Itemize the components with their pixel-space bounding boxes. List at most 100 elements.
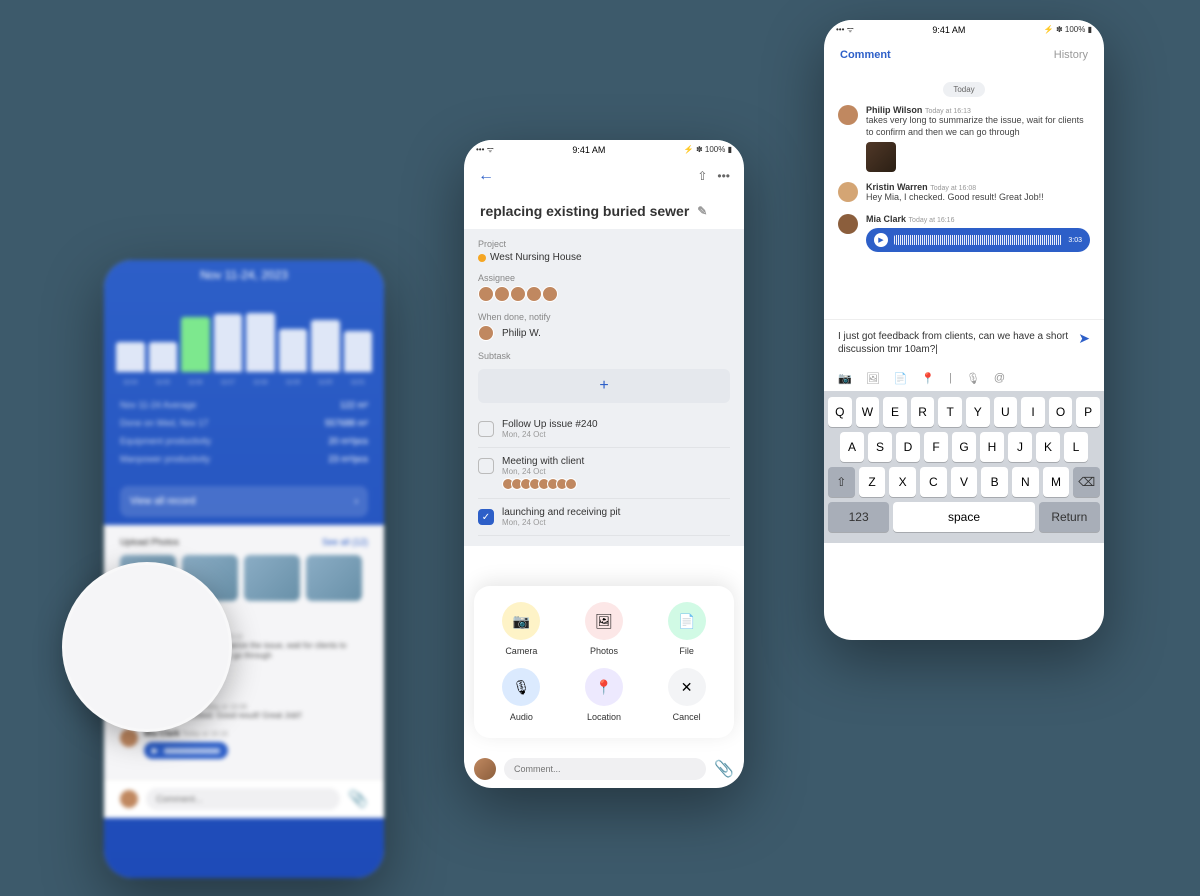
- bar-chart: [104, 290, 384, 380]
- backspace-key[interactable]: ⌫: [1073, 467, 1100, 497]
- comment-item: Philip Wilson Today at 16:13 takes very …: [838, 105, 1090, 172]
- key[interactable]: W: [856, 397, 880, 427]
- comment-item: Mia Clark Today at 16:16 ▶: [120, 729, 368, 759]
- key[interactable]: O: [1049, 397, 1073, 427]
- back-button[interactable]: ←: [478, 167, 494, 185]
- return-key[interactable]: Return: [1039, 502, 1100, 532]
- checkbox[interactable]: [478, 421, 494, 437]
- avatar: [120, 729, 138, 747]
- edit-icon[interactable]: ✎: [697, 204, 707, 218]
- key[interactable]: F: [924, 432, 948, 462]
- stat-row: Nov 11-24 Average122 m²: [120, 396, 368, 414]
- project-color-dot: [478, 254, 486, 262]
- compose-input[interactable]: I just got feedback from clients, can we…: [838, 330, 1070, 356]
- status-bar: ••• ᯤ 9:41 AM ⚡ ✽ 100% ▮: [464, 140, 744, 159]
- key[interactable]: H: [980, 432, 1004, 462]
- key[interactable]: L: [1064, 432, 1088, 462]
- attach-icon[interactable]: 📎: [714, 759, 734, 779]
- key[interactable]: A: [840, 432, 864, 462]
- key[interactable]: I: [1021, 397, 1045, 427]
- more-icon[interactable]: •••: [717, 169, 730, 183]
- key[interactable]: X: [889, 467, 916, 497]
- avatar: [838, 105, 858, 125]
- attach-icon[interactable]: 📎: [348, 789, 368, 809]
- location-icon[interactable]: 📍: [921, 372, 935, 385]
- key[interactable]: P: [1076, 397, 1100, 427]
- key[interactable]: J: [1008, 432, 1032, 462]
- cancel-option[interactable]: ✕Cancel: [647, 668, 726, 722]
- key[interactable]: C: [920, 467, 947, 497]
- photos-icon: 🖼: [595, 613, 613, 630]
- add-subtask-button[interactable]: +: [478, 369, 730, 403]
- key[interactable]: S: [868, 432, 892, 462]
- key[interactable]: D: [896, 432, 920, 462]
- stat-row: Equipment productivity20 m²/pcs: [120, 432, 368, 450]
- subtask-item[interactable]: ✓ launching and receiving pit Mon, 24 Oc…: [478, 499, 730, 536]
- tab-comment[interactable]: Comment: [840, 49, 891, 61]
- phone-task-detail: ••• ᯤ 9:41 AM ⚡ ✽ 100% ▮ ← ⇧ ••• replaci…: [464, 140, 744, 788]
- play-icon[interactable]: ▶: [874, 233, 888, 247]
- see-all-link[interactable]: See all (12): [322, 537, 368, 547]
- close-icon: ✕: [681, 679, 693, 696]
- key[interactable]: U: [994, 397, 1018, 427]
- waveform: [894, 235, 1062, 245]
- key[interactable]: Y: [966, 397, 990, 427]
- avatar: [838, 214, 858, 234]
- file-icon: 📄: [678, 613, 695, 630]
- key[interactable]: K: [1036, 432, 1060, 462]
- attached-thumbnail[interactable]: [866, 142, 896, 172]
- current-user-avatar: [474, 758, 496, 780]
- project-label: Project: [478, 239, 730, 249]
- key[interactable]: T: [938, 397, 962, 427]
- stat-row: Manpower productivity23 m²/pcs: [120, 450, 368, 468]
- mention-icon[interactable]: @: [994, 372, 1005, 385]
- magnifier-overlay: [62, 562, 232, 732]
- notify-label: When done, notify: [478, 312, 730, 322]
- assignee-avatars[interactable]: [478, 286, 730, 302]
- subtask-item[interactable]: Follow Up issue #240 Mon, 24 Oct: [478, 411, 730, 448]
- space-key[interactable]: space: [893, 502, 1034, 532]
- camera-icon[interactable]: 📷: [838, 372, 852, 385]
- comment-input[interactable]: [146, 788, 340, 810]
- key[interactable]: M: [1043, 467, 1070, 497]
- mic-icon: 🎙: [512, 679, 530, 696]
- send-button[interactable]: ➤: [1078, 330, 1090, 347]
- phone-comments: ••• ᯤ 9:41 AM ⚡ ✽ 100% ▮ Comment History…: [824, 20, 1104, 640]
- key[interactable]: E: [883, 397, 907, 427]
- current-user-avatar: [120, 790, 138, 808]
- key[interactable]: G: [952, 432, 976, 462]
- subtask-label: Subtask: [478, 351, 730, 361]
- share-icon[interactable]: ⇧: [697, 169, 707, 183]
- location-option[interactable]: 📍Location: [565, 668, 644, 722]
- comment-item: Mia Clark Today at 16:16 ▶ 3:03: [838, 214, 1090, 252]
- key[interactable]: Z: [859, 467, 886, 497]
- project-value[interactable]: West Nursing House: [478, 252, 730, 263]
- file-icon[interactable]: 📄: [894, 372, 908, 385]
- notify-value[interactable]: Philip W.: [478, 325, 730, 341]
- audio-option[interactable]: 🎙Audio: [482, 668, 561, 722]
- view-all-record-button[interactable]: View all record›: [120, 486, 368, 517]
- audio-message[interactable]: ▶ 3:03: [866, 228, 1090, 252]
- key[interactable]: B: [981, 467, 1008, 497]
- key[interactable]: Q: [828, 397, 852, 427]
- gallery-icon[interactable]: 🖼: [866, 372, 880, 385]
- upload-photos-label: Upload Photos: [120, 537, 179, 547]
- checkbox-checked[interactable]: ✓: [478, 509, 494, 525]
- key[interactable]: N: [1012, 467, 1039, 497]
- tab-history[interactable]: History: [1054, 49, 1088, 61]
- mic-icon[interactable]: 🎙: [966, 372, 980, 385]
- key[interactable]: V: [951, 467, 978, 497]
- file-option[interactable]: 📄File: [647, 602, 726, 656]
- audio-message[interactable]: ▶: [144, 742, 228, 759]
- photos-option[interactable]: 🖼Photos: [565, 602, 644, 656]
- key[interactable]: R: [911, 397, 935, 427]
- camera-option[interactable]: 📷Camera: [482, 602, 561, 656]
- numbers-key[interactable]: 123: [828, 502, 889, 532]
- checkbox[interactable]: [478, 458, 494, 474]
- task-title: replacing existing buried sewer: [480, 203, 689, 219]
- subtask-item[interactable]: Meeting with client Mon, 24 Oct: [478, 448, 730, 499]
- assignee-label: Assignee: [478, 273, 730, 283]
- shift-key[interactable]: ⇧: [828, 467, 855, 497]
- avatar: [838, 182, 858, 202]
- comment-input[interactable]: [504, 758, 706, 780]
